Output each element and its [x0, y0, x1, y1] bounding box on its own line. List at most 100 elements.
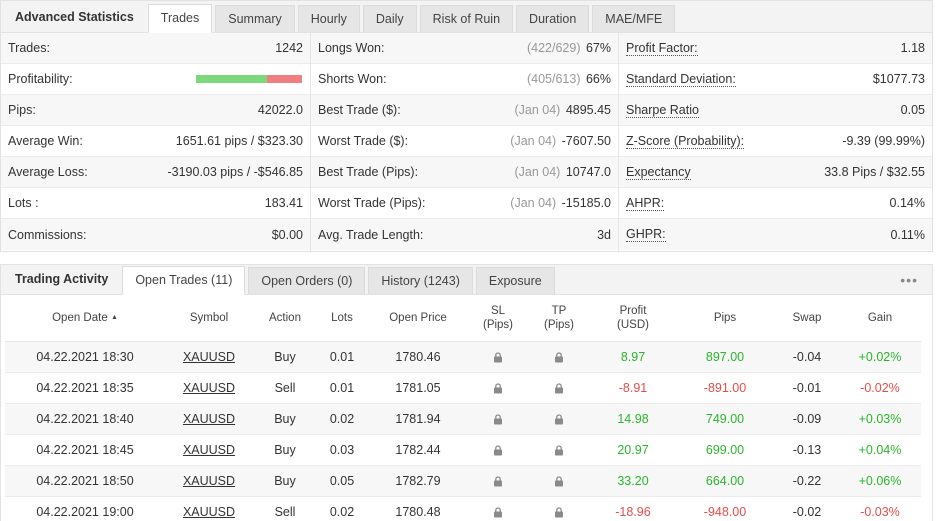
stat-commissions: Commissions: $0.00 — [1, 219, 310, 250]
lock-icon — [554, 443, 564, 457]
col-symbol[interactable]: Symbol — [165, 295, 253, 342]
cell-profit: -18.96 — [591, 496, 675, 521]
stat-profit-factor: Profit Factor: 1.18 — [619, 33, 932, 64]
stat-avg-trade-length: Avg. Trade Length: 3d — [311, 219, 618, 250]
cell-swap: -0.01 — [775, 372, 839, 404]
stat-profitability: Profitability: — [1, 64, 310, 95]
col-lots[interactable]: Lots — [317, 295, 367, 342]
cell-tp — [527, 496, 591, 521]
tab-mae-mfe[interactable]: MAE/MFE — [592, 5, 676, 32]
stat-label-tooltip[interactable]: Profit Factor: — [626, 41, 698, 56]
lock-icon — [554, 474, 564, 488]
cell-open-price: 1781.94 — [367, 403, 469, 435]
tab-open-trades[interactable]: Open Trades (11) — [122, 266, 246, 295]
cell-open-price: 1780.48 — [367, 496, 469, 521]
stat-label-tooltip[interactable]: AHPR: — [626, 196, 665, 211]
symbol-link[interactable]: XAUUSD — [183, 381, 235, 395]
col-gain[interactable]: Gain — [839, 295, 921, 342]
stat-best-trade-pips: Best Trade (Pips): (Jan 04) 10747.0 — [311, 157, 618, 188]
cell-pips: -891.00 — [675, 372, 775, 404]
stat-label: Lots : — [8, 196, 39, 210]
cell-gain: +0.03% — [839, 403, 921, 435]
symbol-link[interactable]: XAUUSD — [183, 350, 235, 364]
stat-worst-trade-pips: Worst Trade (Pips): (Jan 04) -15185.0 — [311, 188, 618, 219]
profitability-bar — [196, 75, 302, 83]
tab-daily[interactable]: Daily — [362, 5, 417, 32]
cell-gain: -0.03% — [839, 496, 921, 521]
stat-ghpr: GHPR: 0.11% — [619, 219, 932, 250]
table-row: 04.22.2021 18:35 XAUUSD Sell 0.01 1781.05 -8.… — [5, 372, 921, 404]
cell-pips: -948.00 — [675, 496, 775, 521]
stat-label-tooltip[interactable]: Expectancy — [626, 165, 691, 180]
cell-symbol: XAUUSD — [165, 341, 253, 373]
stat-sharpe-ratio: Sharpe Ratio 0.05 — [619, 95, 932, 126]
stats-column-1: Trades: 1242 Profitability: Pips: 42022.0 … — [1, 33, 311, 251]
tab-hourly[interactable]: Hourly — [297, 5, 360, 32]
tab-open-orders[interactable]: Open Orders (0) — [248, 267, 366, 294]
lock-icon — [493, 350, 503, 364]
col-tp[interactable]: TP (Pips) — [527, 295, 591, 342]
stat-label: Best Trade ($): — [318, 103, 401, 117]
cell-lots: 0.02 — [317, 403, 367, 435]
col-open-price[interactable]: Open Price — [367, 295, 469, 342]
stat-trades: Trades: 1242 — [1, 33, 310, 64]
cell-tp — [527, 465, 591, 497]
stat-label-tooltip[interactable]: Z-Score (Probability): — [626, 134, 745, 149]
col-swap[interactable]: Swap — [775, 295, 839, 342]
stat-label: Longs Won: — [318, 41, 385, 55]
col-action[interactable]: Action — [253, 295, 317, 342]
stat-value: -7607.50 — [561, 134, 611, 148]
cell-tp — [527, 403, 591, 435]
stat-ahpr: AHPR: 0.14% — [619, 188, 932, 219]
tab-summary[interactable]: Summary — [215, 5, 295, 32]
more-icon[interactable]: ••• — [900, 272, 918, 288]
tab-risk-of-ruin[interactable]: Risk of Ruin — [419, 5, 514, 32]
cell-open-price: 1780.46 — [367, 341, 469, 373]
stat-label-tooltip[interactable]: GHPR: — [626, 227, 666, 242]
stat-value: -9.39 (99.99%) — [842, 134, 925, 148]
stat-best-trade-usd: Best Trade ($): (Jan 04) 4895.45 — [311, 95, 618, 126]
stat-value: 0.14% — [889, 196, 925, 210]
symbol-link[interactable]: XAUUSD — [183, 474, 235, 488]
cell-action: Buy — [253, 341, 317, 373]
cell-open-date: 04.22.2021 18:40 — [5, 403, 165, 435]
symbol-link[interactable]: XAUUSD — [183, 412, 235, 426]
cell-sl — [469, 496, 527, 521]
cell-profit: -8.91 — [591, 372, 675, 404]
symbol-link[interactable]: XAUUSD — [183, 443, 235, 457]
stats-grid: Trades: 1242 Profitability: Pips: 42022.0 … — [1, 33, 932, 251]
cell-symbol: XAUUSD — [165, 403, 253, 435]
lock-icon — [493, 505, 503, 519]
stat-lots: Lots : 183.41 — [1, 188, 310, 219]
stat-label: Shorts Won: — [318, 72, 387, 86]
stat-shorts-won: Shorts Won: (405/613) 66% — [311, 64, 618, 95]
stat-value: $0.00 — [271, 227, 303, 242]
cell-gain: +0.04% — [839, 434, 921, 466]
tab-exposure[interactable]: Exposure — [475, 267, 555, 294]
stat-sub: (Jan 04) — [514, 103, 561, 117]
stat-value: 10747.0 — [565, 165, 611, 179]
stat-label-tooltip[interactable]: Sharpe Ratio — [626, 103, 699, 118]
col-profit[interactable]: Profit (USD) — [591, 295, 675, 342]
stat-label-tooltip[interactable]: Standard Deviation: — [626, 72, 736, 87]
tab-history[interactable]: History (1243) — [368, 267, 473, 294]
cell-symbol: XAUUSD — [165, 372, 253, 404]
stat-sub: (Jan 04) — [510, 196, 557, 210]
tab-trades[interactable]: Trades — [147, 4, 213, 33]
stat-average-loss: Average Loss: -3190.03 pips / -$546.85 — [1, 157, 310, 188]
col-pips[interactable]: Pips — [675, 295, 775, 342]
stat-label: Trades: — [8, 41, 50, 55]
stat-longs-won: Longs Won: (422/629) 67% — [311, 33, 618, 64]
tab-duration[interactable]: Duration — [516, 5, 590, 32]
stats-column-2: Longs Won: (422/629) 67% Shorts Won: (405/… — [311, 33, 619, 251]
symbol-link[interactable]: XAUUSD — [183, 505, 235, 519]
lock-icon — [554, 350, 564, 364]
stat-value: 4895.45 — [565, 103, 611, 117]
stat-value: 1651.61 pips / $323.30 — [175, 134, 303, 148]
trading-activity-panel: Trading Activity Open Trades (11) Open O… — [0, 264, 933, 521]
col-sl[interactable]: SL (Pips) — [469, 295, 527, 342]
stat-pips: Pips: 42022.0 — [1, 95, 310, 126]
stat-average-win: Average Win: 1651.61 pips / $323.30 — [1, 126, 310, 157]
col-open-date[interactable]: Open Date ▲ — [5, 295, 165, 342]
stat-value: 42022.0 — [257, 103, 303, 117]
